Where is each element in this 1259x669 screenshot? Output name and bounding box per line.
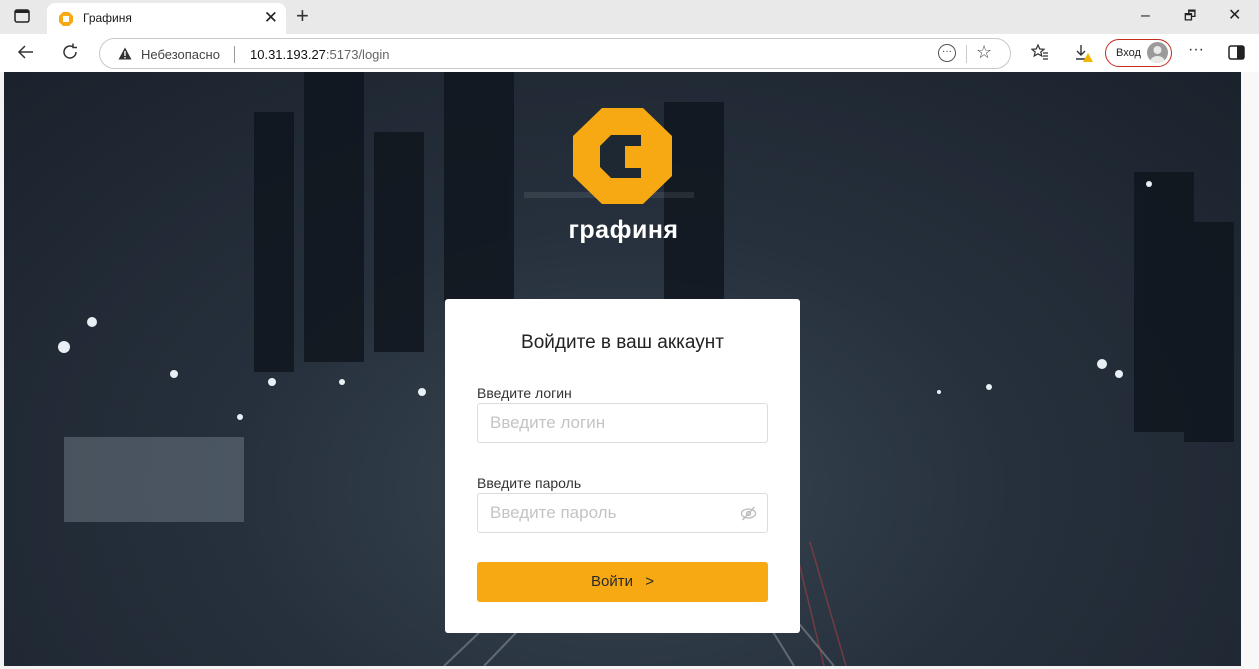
login-button[interactable]: Войти >: [477, 562, 768, 602]
star-icon[interactable]: ☆: [976, 42, 992, 63]
download-icon[interactable]: [1073, 43, 1093, 63]
eye-off-icon[interactable]: [740, 505, 757, 522]
close-window-icon[interactable]: ✕: [1228, 6, 1241, 26]
login-field[interactable]: [477, 403, 768, 443]
url-path: :5173/login: [325, 47, 390, 62]
login-page: графиня Войдите в ваш аккаунт Введите ло…: [4, 72, 1241, 666]
tab-title: Графиня: [83, 11, 132, 25]
security-label[interactable]: Небезопасно: [141, 47, 220, 62]
minimize-icon[interactable]: –: [1141, 6, 1150, 26]
url-text[interactable]: 10.31.193.27:5173/login: [250, 47, 390, 62]
brand-name: графиня: [568, 216, 679, 244]
login-title: Войдите в ваш аккаунт: [521, 332, 724, 353]
url-actions-divider: [966, 45, 967, 63]
back-icon[interactable]: [16, 42, 36, 62]
avatar-icon: [1147, 42, 1168, 63]
chevron-right-icon: >: [645, 573, 654, 590]
profile-button[interactable]: Вход: [1105, 39, 1172, 67]
login-label: Введите логин: [477, 385, 572, 401]
login-input[interactable]: [478, 404, 767, 442]
favorites-icon[interactable]: [1031, 43, 1049, 61]
profile-label: Вход: [1116, 47, 1141, 59]
password-label: Введите пароль: [477, 475, 582, 491]
more-menu-icon[interactable]: ···: [1188, 41, 1204, 59]
browser-toolbar: Небезопасно 10.31.193.27:5173/login ··· …: [0, 34, 1259, 72]
password-field[interactable]: [477, 493, 768, 533]
restore-icon[interactable]: 🗗: [1184, 6, 1196, 26]
plus-icon[interactable]: +: [296, 3, 309, 29]
address-bar[interactable]: Небезопасно 10.31.193.27:5173/login ··· …: [99, 38, 1011, 69]
page-scrollbar[interactable]: [1241, 72, 1259, 669]
window-menu-icon[interactable]: [14, 9, 30, 23]
login-button-label: Войти: [591, 573, 634, 590]
tab-strip: Графиня ✕ + – 🗗 ✕: [0, 0, 1259, 34]
brand-logo: [573, 108, 672, 204]
browser-tab[interactable]: Графиня ✕: [47, 3, 286, 34]
url-host: 10.31.193.27: [250, 47, 326, 62]
reload-icon[interactable]: [60, 42, 80, 62]
tab-favicon-icon: [59, 12, 73, 26]
password-input[interactable]: [478, 494, 767, 532]
close-icon[interactable]: ✕: [264, 8, 278, 28]
more-options-icon[interactable]: ···: [938, 44, 956, 62]
login-card: Войдите в ваш аккаунт Введите логин Введ…: [445, 299, 800, 633]
warning-icon: [118, 47, 132, 60]
sidebar-icon[interactable]: [1228, 45, 1245, 60]
address-divider: [234, 46, 235, 63]
